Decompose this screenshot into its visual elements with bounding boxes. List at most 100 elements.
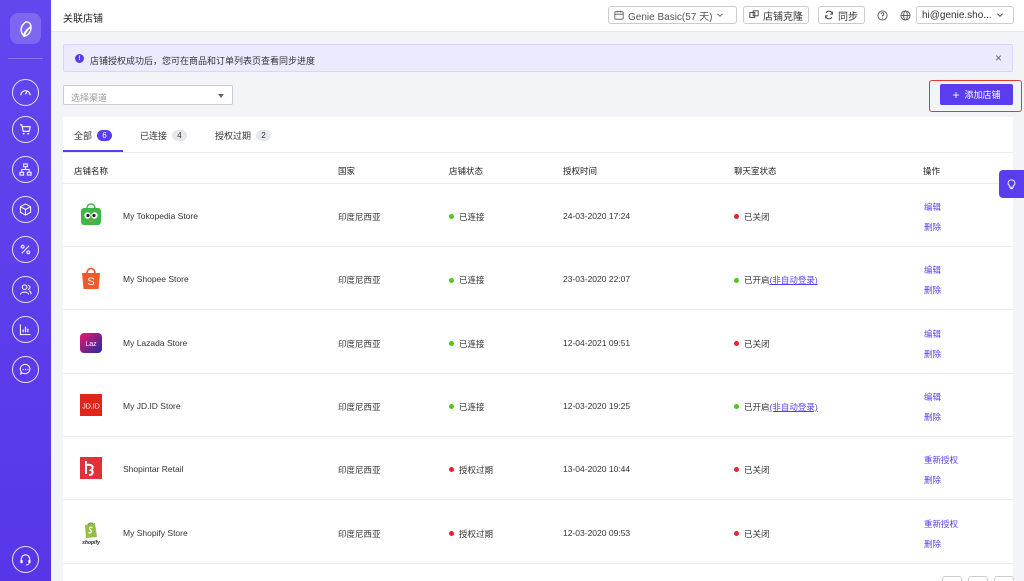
auth-time: 23-03-2020 22:07 (563, 274, 631, 285)
channel-select[interactable]: 选择渠道 (63, 85, 233, 105)
manual-login-link[interactable]: (非自动登录) (770, 275, 818, 285)
action-primary-link[interactable]: 编辑 (924, 201, 941, 213)
action-primary-link[interactable]: 编辑 (924, 264, 941, 276)
status-dot (734, 404, 739, 410)
delete-link[interactable]: 删除 (924, 221, 941, 233)
table-row: Laz My Lazada Store 印度尼西亚 已连接 12-04-2021 09:… (63, 311, 1013, 374)
chat-status: 已关闭 (734, 528, 770, 540)
support-headset-icon[interactable] (12, 546, 39, 573)
jdid-logo-text: JD.ID (82, 403, 100, 410)
col-chat-status: 聊天室状态 (734, 166, 777, 176)
status-dot (449, 404, 454, 410)
auth-time: 24-03-2020 17:24 (563, 211, 631, 221)
shopintar-logo-icon (77, 454, 105, 482)
table-row: JD.ID My JD.ID Store 印度尼西亚 已连接 12-03-2020 19… (63, 374, 1013, 437)
chat-status: 已关闭 (734, 338, 770, 350)
nav-cart-icon[interactable] (12, 116, 39, 143)
leaf-logo-icon (19, 20, 32, 37)
sync-button[interactable]: 同步 (818, 6, 865, 24)
store-status: 已连接 (449, 211, 485, 223)
action-primary-link[interactable]: 重新授权 (924, 454, 958, 466)
country: 印度尼西亚 (338, 528, 381, 539)
sidebar (0, 0, 51, 581)
store-status: 已连接 (449, 274, 485, 286)
sync-label: 同步 (838, 11, 858, 23)
plan-selector[interactable]: Genie Basic(57 天) (608, 6, 737, 24)
chevron-down-icon (996, 13, 1003, 17)
delete-link[interactable]: 删除 (924, 474, 941, 486)
sidebar-divider (8, 58, 43, 59)
close-icon[interactable]: × (995, 52, 1002, 64)
status-dot (449, 530, 454, 536)
status-text: 已连接 (459, 401, 485, 412)
help-icon[interactable] (876, 9, 888, 21)
status-dot (734, 467, 739, 473)
auth-time: 12-03-2020 19:25 (563, 400, 631, 411)
shopee-logo-text: S (87, 276, 94, 288)
chat-status-text: 已关闭 (744, 338, 770, 349)
jdid-logo-icon: JD.ID (77, 391, 105, 419)
delete-link[interactable]: 删除 (924, 411, 941, 423)
user-menu[interactable]: hi@genie.sho... (916, 6, 1014, 24)
table-row: Shopintar Retail 印度尼西亚 授权过期 13-04-2020 10:4… (63, 437, 1013, 501)
status-dot (734, 530, 739, 536)
store-status: 授权过期 (449, 528, 493, 540)
nav-bar-chart-icon[interactable] (12, 316, 39, 343)
pagination-prev-button[interactable] (942, 576, 962, 581)
action-primary-link[interactable]: 编辑 (924, 391, 941, 403)
chevron-down-icon (717, 13, 724, 17)
channel-select-placeholder: 选择渠道 (71, 93, 108, 103)
pagination-page-button[interactable] (968, 576, 988, 581)
chat-status-text: 已关闭 (744, 465, 770, 476)
tab-count-badge: 4 (172, 130, 188, 141)
globe-icon[interactable] (899, 9, 911, 21)
active-tab-indicator (63, 150, 123, 152)
nav-percent-icon[interactable] (12, 236, 39, 263)
store-clone-button[interactable]: 店铺克隆 (743, 6, 809, 24)
chat-status-text: 已开启 (744, 275, 770, 286)
col-store-status: 店铺状态 (449, 166, 484, 176)
notice-text: 店铺授权成功后，您可在商品和订单列表页查看同步进度 (90, 56, 316, 66)
delete-link[interactable]: 删除 (924, 538, 941, 550)
table-row: S My Shopee Store 印度尼西亚 已连接 23-03-2020 22:07… (63, 247, 1013, 311)
tab-label: 全部 (74, 131, 93, 141)
store-status: 授权过期 (449, 464, 493, 476)
shopify-logo-icon: shopify (77, 518, 105, 546)
app-logo[interactable] (10, 13, 41, 44)
auth-time: 12-03-2020 09:53 (563, 527, 631, 538)
action-primary-link[interactable]: 重新授权 (924, 518, 958, 530)
delete-link[interactable]: 删除 (924, 284, 941, 296)
chat-status: 已开启(非自动登录) (734, 401, 818, 413)
tab-all[interactable]: 全部 6 (74, 129, 113, 142)
nav-users-icon[interactable] (12, 276, 39, 303)
nav-chat-icon[interactable] (12, 356, 39, 383)
info-icon: ! (75, 54, 84, 63)
tab-expired[interactable]: 授权过期 2 (215, 129, 272, 142)
table-header: 店铺名称 国家 店铺状态 授权时间 聊天室状态 操作 (63, 154, 1013, 184)
col-actions: 操作 (923, 166, 941, 176)
status-text: 已连接 (459, 338, 485, 349)
lazada-logo-icon: Laz (77, 328, 105, 356)
store-name: My JD.ID Store (123, 400, 181, 411)
nav-box-icon[interactable] (12, 196, 39, 223)
lightbulb-icon[interactable] (999, 170, 1024, 198)
chat-status-text: 已关闭 (744, 528, 770, 539)
pagination-next-button[interactable] (994, 576, 1014, 581)
country: 印度尼西亚 (338, 338, 381, 349)
chat-status: 已关闭 (734, 211, 770, 223)
nav-dashboard-icon[interactable] (12, 79, 39, 106)
country: 印度尼西亚 (338, 275, 381, 286)
add-store-button[interactable]: + 添加店铺 (940, 84, 1013, 105)
country: 印度尼西亚 (338, 465, 381, 476)
status-text: 授权过期 (459, 528, 494, 539)
status-dot (734, 277, 739, 283)
caret-down-icon (218, 94, 224, 98)
manual-login-link[interactable]: (非自动登录) (770, 402, 818, 412)
status-dot (734, 340, 739, 346)
action-primary-link[interactable]: 编辑 (924, 328, 941, 340)
delete-link[interactable]: 删除 (924, 348, 941, 360)
chat-status: 已关闭 (734, 464, 770, 476)
store-status: 已连接 (449, 338, 485, 350)
tab-connected[interactable]: 已连接 4 (140, 129, 188, 142)
nav-network-icon[interactable] (12, 156, 39, 183)
